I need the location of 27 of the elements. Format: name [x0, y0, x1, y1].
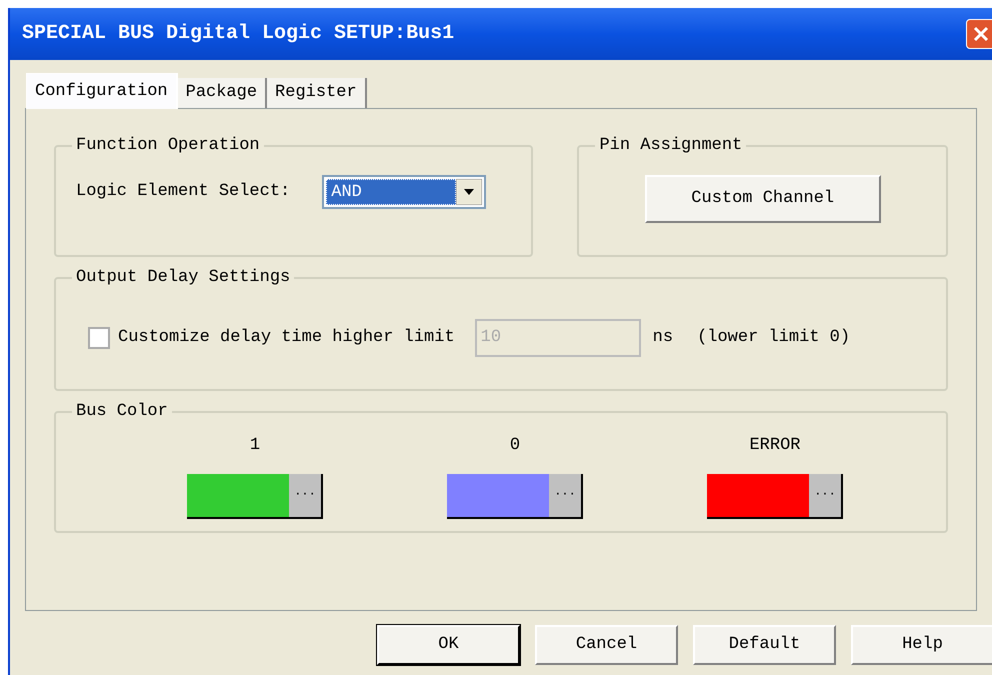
dropdown[interactable]: AND [322, 174, 486, 208]
checkbox-label: Customize delay time higher limit [118, 326, 455, 349]
close-button[interactable] [966, 19, 992, 49]
group-title: Function Operation [76, 136, 260, 155]
color-label: 1 [250, 434, 260, 456]
tab[interactable]: Register [267, 78, 367, 108]
color-label: ERROR [749, 434, 800, 456]
dialog-button[interactable]: Help [851, 625, 992, 665]
dialog-button[interactable]: Cancel [535, 625, 678, 665]
color-picker-button[interactable]: ··· [707, 474, 843, 519]
dropdown-arrow-icon [456, 178, 482, 204]
color-picker-button[interactable]: ··· [187, 474, 323, 519]
window-title: SPECIAL BUS Digital Logic SETUP:Bus1 [22, 21, 454, 47]
group-title: Pin Assignment [599, 136, 742, 155]
field-label: Logic Element Select: [76, 180, 290, 203]
custom-channel-button[interactable]: Custom Channel [644, 174, 881, 222]
close-icon [973, 26, 989, 42]
tab[interactable]: Configuration [26, 73, 178, 109]
tab[interactable]: Package [178, 78, 268, 108]
group-title: Bus Color [76, 402, 168, 421]
note-label: (lower limit 0) [697, 326, 850, 349]
group-title: Output Delay Settings [76, 268, 290, 287]
color-label: 0 [510, 434, 520, 456]
dialog-button[interactable]: OK [377, 625, 520, 665]
dialog-button[interactable]: Default [693, 625, 836, 665]
color-picker-button[interactable]: ··· [447, 474, 583, 519]
unit-label: ns [652, 326, 674, 349]
